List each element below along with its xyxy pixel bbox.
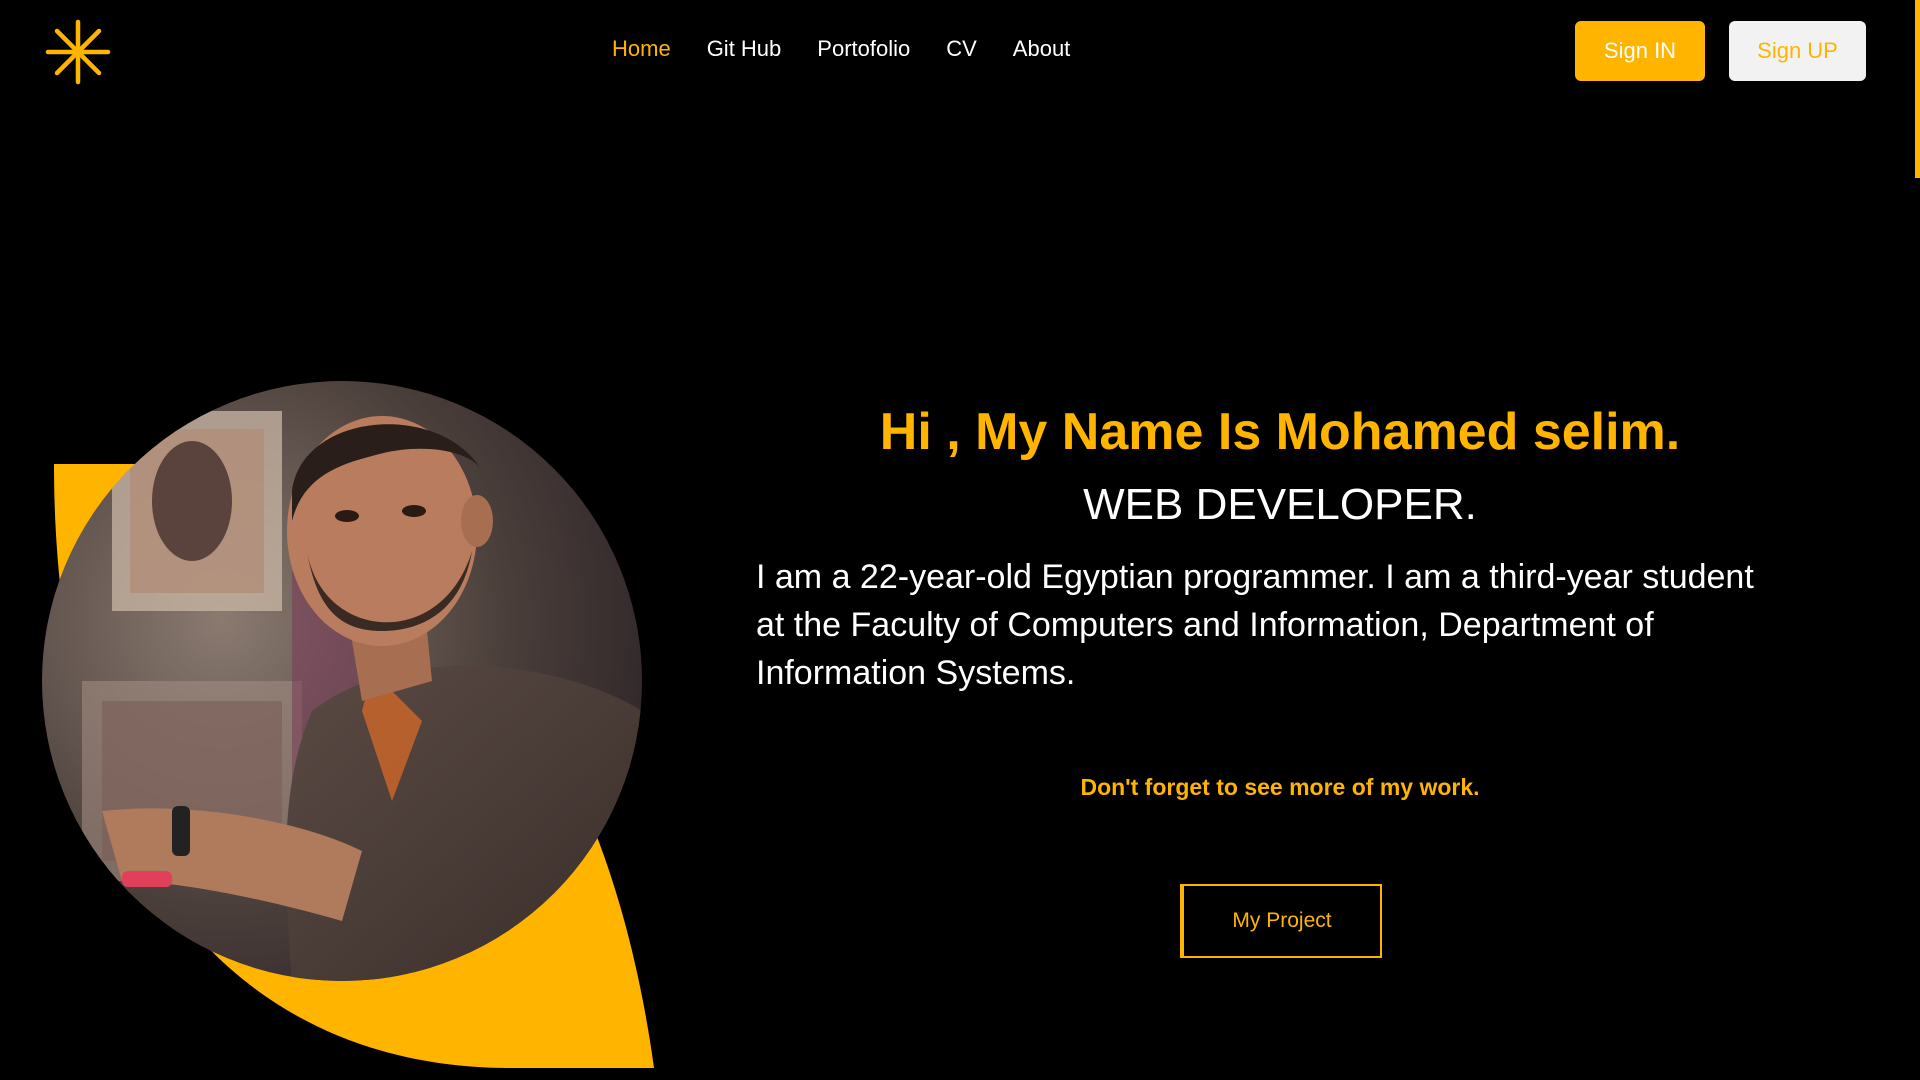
sign-in-button[interactable]: Sign IN	[1575, 21, 1705, 81]
my-project-button[interactable]: My Project	[1180, 884, 1382, 958]
hero-role: WEB DEVELOPER.	[1083, 480, 1477, 529]
nav-about[interactable]: About	[1013, 36, 1071, 62]
hero-bio: I am a 22-year-old Egyptian programmer. …	[756, 558, 1754, 692]
hero-note: Don't forget to see more of my work.	[1080, 774, 1480, 800]
page: Home Git Hub Portofolio CV About Sign IN…	[0, 0, 1920, 1080]
asterisk-logo-icon[interactable]	[44, 18, 112, 86]
profile-photo	[42, 381, 642, 981]
nav-cv[interactable]: CV	[946, 36, 977, 62]
scrollbar-thumb[interactable]	[1915, 0, 1920, 178]
sign-up-button[interactable]: Sign UP	[1729, 21, 1866, 81]
nav-github[interactable]: Git Hub	[707, 36, 782, 62]
nav-home[interactable]: Home	[612, 36, 671, 62]
nav-portfolio[interactable]: Portofolio	[817, 36, 910, 62]
hero-title: Hi , My Name Is Mohamed selim.	[879, 403, 1681, 461]
main-nav: Home Git Hub Portofolio CV About	[612, 36, 1070, 62]
